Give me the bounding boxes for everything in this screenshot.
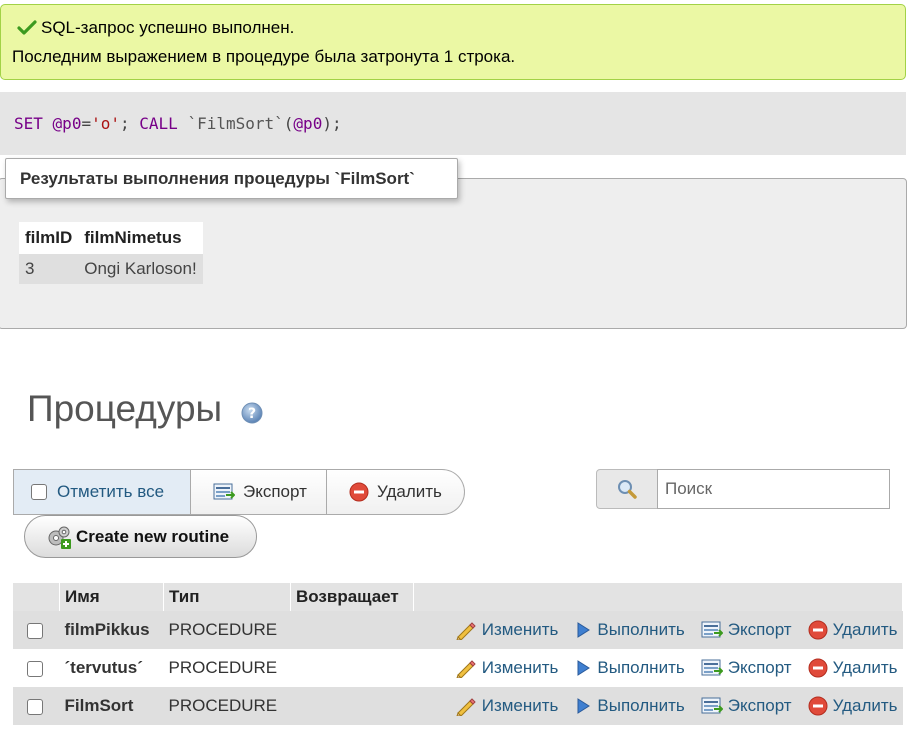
success-line-2: Последним выражением в процедуре была за… [12,47,516,66]
execute-icon [577,622,591,638]
delete-icon [808,620,828,640]
delete-link[interactable]: Удалить [808,696,898,716]
export-link[interactable]: Экспорт [701,620,792,640]
search-input[interactable] [657,469,890,509]
row-checkbox[interactable] [27,622,43,639]
execute-link[interactable]: Выполнить [574,620,685,640]
edit-link[interactable]: Изменить [455,658,558,678]
edit-link[interactable]: Изменить [455,620,558,640]
export-icon [701,697,723,714]
success-line-1: SQL-запрос успешно выполнен. [17,18,294,38]
results-table: filmID filmNimetus 3 Ongi Karloson! [19,222,203,284]
row-actions: Изменить Выполнить Экспорт Удалить [419,620,898,640]
routine-returns [290,649,414,687]
execute-icon [577,698,591,714]
export-button[interactable]: Экспорт [191,469,327,515]
edit-link[interactable]: Изменить [455,696,558,716]
page-title: Процедуры [27,388,223,429]
check-icon [17,20,37,35]
routines-col-returns[interactable]: Возвращает [290,583,414,611]
routines-col-type[interactable]: Тип [163,583,291,611]
routine-name: FilmSort [59,687,164,725]
results-cell: Ongi Karloson! [78,254,203,284]
routine-returns [290,611,414,649]
delete-icon [808,658,828,678]
help-icon[interactable]: ? [241,402,263,424]
table-row: ´tervutus´ PROCEDURE Изменить Выполнить … [13,649,903,687]
sql-query-box: SET @p0='o'; CALL `FilmSort`(@p0); [0,92,906,155]
check-all-checkbox[interactable] [31,484,47,500]
routines-header-row: Имя Тип Возвращает [13,583,903,611]
results-legend: Результаты выполнения процедуры `FilmSor… [5,158,458,199]
routines-col-select [13,583,60,611]
execute-link[interactable]: Выполнить [574,696,685,716]
delete-icon [808,696,828,716]
table-row: FilmSort PROCEDURE Изменить Выполнить Эк… [13,687,903,725]
table-row: 3 Ongi Karloson! [19,254,203,284]
routine-returns [290,687,414,725]
row-checkbox[interactable] [27,660,43,677]
edit-icon [456,698,476,716]
row-actions: Изменить Выполнить Экспорт Удалить [419,696,898,716]
export-icon [213,483,235,500]
export-link[interactable]: Экспорт [701,696,792,716]
results-col-filmnimetus: filmNimetus [78,222,203,254]
delete-link[interactable]: Удалить [808,658,898,678]
create-routine-button[interactable]: Create new routine [24,515,257,558]
results-cell: 3 [19,254,79,284]
routine-icon [48,526,71,549]
routine-type: PROCEDURE [163,687,291,725]
export-icon [701,621,723,638]
bulk-actions-group: Отметить все Экспорт Удалить [13,469,465,515]
row-checkbox[interactable] [27,698,43,715]
delete-button[interactable]: Удалить [327,469,465,515]
row-actions: Изменить Выполнить Экспорт Удалить [419,658,898,678]
delete-icon [349,482,369,502]
routine-type: PROCEDURE [163,611,291,649]
routines-table: Имя Тип Возвращает filmPikkus PROCEDURE … [13,583,903,725]
svg-text:?: ? [248,406,256,422]
routines-col-actions [413,583,903,611]
edit-icon [456,622,476,640]
results-header-row: filmID filmNimetus [19,222,203,254]
results-col-filmid: filmID [19,222,79,254]
routine-type: PROCEDURE [163,649,291,687]
routine-name: ´tervutus´ [59,649,164,687]
export-link[interactable]: Экспорт [701,658,792,678]
search-button[interactable] [596,469,658,509]
routine-name: filmPikkus [59,611,164,649]
routines-col-name[interactable]: Имя [59,583,164,611]
success-message: SQL-запрос успешно выполнен. Последним в… [0,4,906,80]
table-row: filmPikkus PROCEDURE Изменить Выполнить … [13,611,903,649]
execute-icon [577,660,591,676]
sql-query-code: SET @p0='o'; CALL `FilmSort`(@p0); [14,114,342,133]
check-all-button[interactable]: Отметить все [13,469,191,515]
execute-link[interactable]: Выполнить [574,658,685,678]
search-icon [618,480,637,499]
delete-link[interactable]: Удалить [808,620,898,640]
edit-icon [456,660,476,678]
export-icon [701,659,723,676]
